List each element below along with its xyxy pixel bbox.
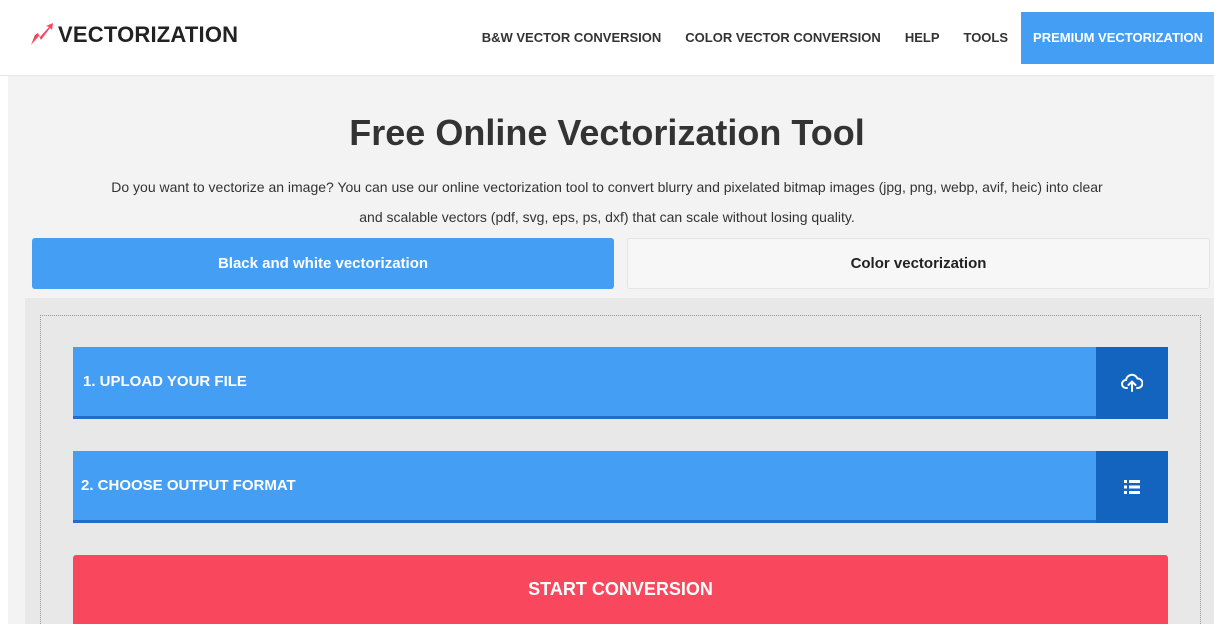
nav-premium-vectorization[interactable]: PREMIUM VECTORIZATION [1021,12,1214,64]
logo-arrow-icon [31,23,53,45]
cloud-upload-icon [1096,347,1168,419]
site-logo[interactable]: VECTORIZATION [28,22,238,48]
logo-text: VECTORIZATION [58,22,239,47]
start-conversion-button[interactable]: START CONVERSION [73,555,1168,624]
intro-line-2: and scalable vectors (pdf, svg, eps, ps,… [359,209,855,225]
site-header: VECTORIZATION B&W VECTOR CONVERSION COLO… [0,0,1214,76]
page-intro: Do you want to vectorize an image? You c… [0,172,1214,232]
tab-black-and-white[interactable]: Black and white vectorization [32,238,614,289]
nav-bw-vector-conversion[interactable]: B&W VECTOR CONVERSION [470,12,674,64]
nav-help[interactable]: HELP [893,12,952,64]
upload-file-label: 1. UPLOAD YOUR FILE [83,373,247,390]
tab-color[interactable]: Color vectorization [627,238,1210,289]
list-icon [1096,451,1168,523]
upload-file-button[interactable]: 1. UPLOAD YOUR FILE [73,347,1168,419]
page-title: Free Online Vectorization Tool [349,112,865,153]
nav-tools[interactable]: TOOLS [951,12,1020,64]
choose-output-format-button[interactable]: 2. CHOOSE OUTPUT FORMAT [73,451,1168,523]
intro-line-1: Do you want to vectorize an image? You c… [111,179,1103,195]
choose-output-format-label: 2. CHOOSE OUTPUT FORMAT [81,477,296,494]
main-nav: B&W VECTOR CONVERSION COLOR VECTOR CONVE… [470,12,1214,64]
nav-color-vector-conversion[interactable]: COLOR VECTOR CONVERSION [673,12,893,64]
